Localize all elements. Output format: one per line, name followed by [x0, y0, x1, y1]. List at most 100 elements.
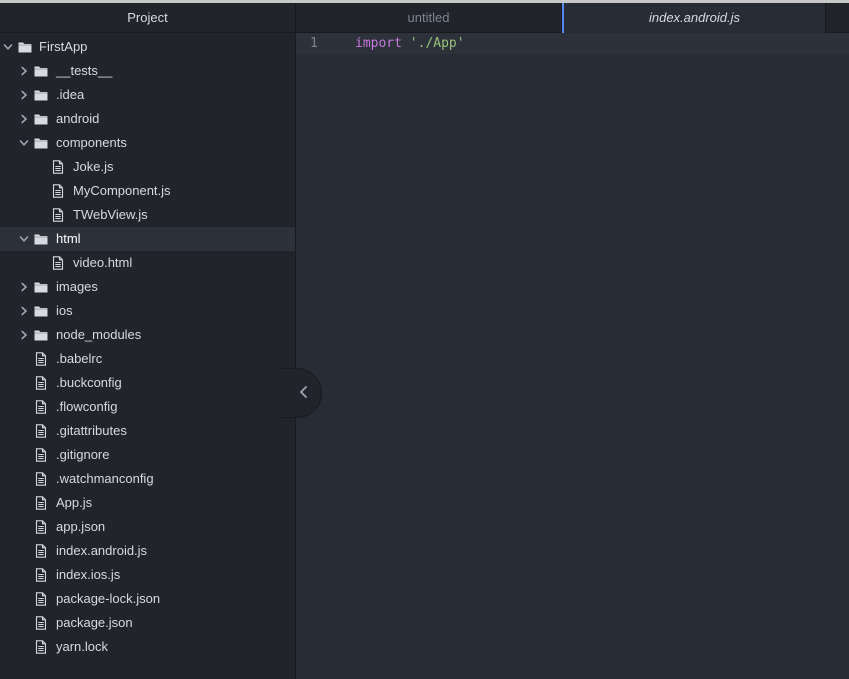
tree-folder-android[interactable]: android: [0, 107, 295, 131]
file-icon: [34, 376, 48, 390]
chevron-right-icon[interactable]: [18, 275, 30, 299]
folder-icon: [34, 64, 48, 78]
tree-item-label: FirstApp: [39, 39, 88, 54]
tree-item-label: images: [56, 279, 98, 294]
chevron-right-icon[interactable]: [18, 299, 30, 323]
tree-item-label: MyComponent.js: [73, 183, 171, 198]
tree-file-flowconfig[interactable]: .flowconfig: [0, 395, 295, 419]
tree-folder-tests[interactable]: __tests__: [0, 59, 295, 83]
file-icon: [34, 424, 48, 438]
tree-item-label: App.js: [56, 495, 93, 510]
keyword-token: import: [355, 36, 402, 51]
tree-item-label: .buckconfig: [56, 375, 122, 390]
tree-folder-html[interactable]: html: [0, 227, 295, 251]
chevron-right-icon[interactable]: [18, 323, 30, 347]
chevron-right-icon[interactable]: [18, 107, 30, 131]
tree-file-index-android-js[interactable]: index.android.js: [0, 539, 295, 563]
chevron-left-icon: [299, 385, 309, 401]
file-icon: [34, 544, 48, 558]
tree-item-label: index.ios.js: [56, 567, 121, 582]
file-icon: [34, 496, 48, 510]
file-icon: [34, 448, 48, 462]
tree-item-label: yarn.lock: [56, 639, 109, 654]
tree-item-label: .watchmanconfig: [56, 471, 154, 486]
tree-item-label: ios: [56, 303, 73, 318]
tree-item-label: video.html: [73, 255, 133, 270]
tree-item-label: Joke.js: [73, 159, 114, 174]
tree-file-gitignore[interactable]: .gitignore: [0, 443, 295, 467]
tree-file-watchmanconfig[interactable]: .watchmanconfig: [0, 467, 295, 491]
tree-item-label: index.android.js: [56, 543, 148, 558]
tree-file-app-json[interactable]: app.json: [0, 515, 295, 539]
file-icon: [34, 568, 48, 582]
tree-item-label: TWebView.js: [73, 207, 148, 222]
code-editor[interactable]: 1 import './App': [296, 33, 849, 679]
tree-item-label: .gitattributes: [56, 423, 127, 438]
file-icon: [34, 520, 48, 534]
code-text[interactable]: import './App': [355, 33, 465, 54]
tree-file-package-json[interactable]: package.json: [0, 611, 295, 635]
folder-icon: [34, 304, 48, 318]
folder-icon: [34, 232, 48, 246]
tree-view-panel: Project FirstApp __tests__ .idea android com…: [0, 3, 296, 679]
tree-folder-ios[interactable]: ios: [0, 299, 295, 323]
folder-icon: [34, 328, 48, 342]
tree-file-package-lock-json[interactable]: package-lock.json: [0, 587, 295, 611]
chevron-right-icon[interactable]: [18, 59, 30, 83]
folder-icon: [34, 280, 48, 294]
tree-file-buckconfig[interactable]: .buckconfig: [0, 371, 295, 395]
tree-item-label: components: [56, 135, 127, 150]
tab-untitled[interactable]: untitled: [296, 3, 562, 33]
folder-icon: [34, 88, 48, 102]
tree-item-label: package-lock.json: [56, 591, 161, 606]
folder-icon: [34, 136, 48, 150]
tree-item-label: .babelrc: [56, 351, 103, 366]
file-icon: [51, 208, 65, 222]
tree-item-label: app.json: [56, 519, 106, 534]
tree-item-label: .flowconfig: [56, 399, 118, 414]
tree-folder-idea[interactable]: .idea: [0, 83, 295, 107]
tree-file-joke-js[interactable]: Joke.js: [0, 155, 295, 179]
chevron-right-icon[interactable]: [18, 83, 30, 107]
tree-folder-images[interactable]: images: [0, 275, 295, 299]
tree-file-app-js[interactable]: App.js: [0, 491, 295, 515]
file-icon: [51, 160, 65, 174]
file-icon: [34, 472, 48, 486]
folder-icon: [34, 112, 48, 126]
file-icon: [51, 184, 65, 198]
tree-folder-node-modules[interactable]: node_modules: [0, 323, 295, 347]
file-tree: FirstApp __tests__ .idea android components J…: [0, 35, 295, 659]
chevron-down-icon[interactable]: [2, 35, 14, 59]
tree-file-babelrc[interactable]: .babelrc: [0, 347, 295, 371]
code-line-1[interactable]: 1 import './App': [296, 33, 849, 54]
tree-item-label: node_modules: [56, 327, 142, 342]
tree-file-twebview-js[interactable]: TWebView.js: [0, 203, 295, 227]
file-icon: [51, 256, 65, 270]
tab-bar: untitled index.android.js: [296, 3, 849, 33]
file-icon: [34, 616, 48, 630]
folder-icon: [18, 40, 32, 54]
tree-item-label: android: [56, 111, 100, 126]
tree-folder-components[interactable]: components: [0, 131, 295, 155]
project-panel-title: Project: [0, 3, 295, 33]
file-icon: [34, 592, 48, 606]
tree-item-label: __tests__: [56, 63, 113, 78]
file-icon: [34, 352, 48, 366]
chevron-down-icon[interactable]: [18, 131, 30, 155]
tree-file-index-ios-js[interactable]: index.ios.js: [0, 563, 295, 587]
line-number: 1: [310, 36, 318, 51]
chevron-down-icon[interactable]: [18, 227, 30, 251]
tree-item-label: package.json: [56, 615, 133, 630]
tree-file-video-html[interactable]: video.html: [0, 251, 295, 275]
tree-item-label: html: [56, 231, 81, 246]
tree-folder-firstapp[interactable]: FirstApp: [0, 35, 295, 59]
string-token: './App': [409, 36, 465, 51]
tree-file-gitattributes[interactable]: .gitattributes: [0, 419, 295, 443]
tree-file-mycomponent-js[interactable]: MyComponent.js: [0, 179, 295, 203]
tree-item-label: .gitignore: [56, 447, 110, 462]
file-icon: [34, 640, 48, 654]
tree-item-label: .idea: [56, 87, 85, 102]
tree-file-yarn-lock[interactable]: yarn.lock: [0, 635, 295, 659]
file-icon: [34, 400, 48, 414]
tab-index-android-js[interactable]: index.android.js: [562, 3, 826, 33]
